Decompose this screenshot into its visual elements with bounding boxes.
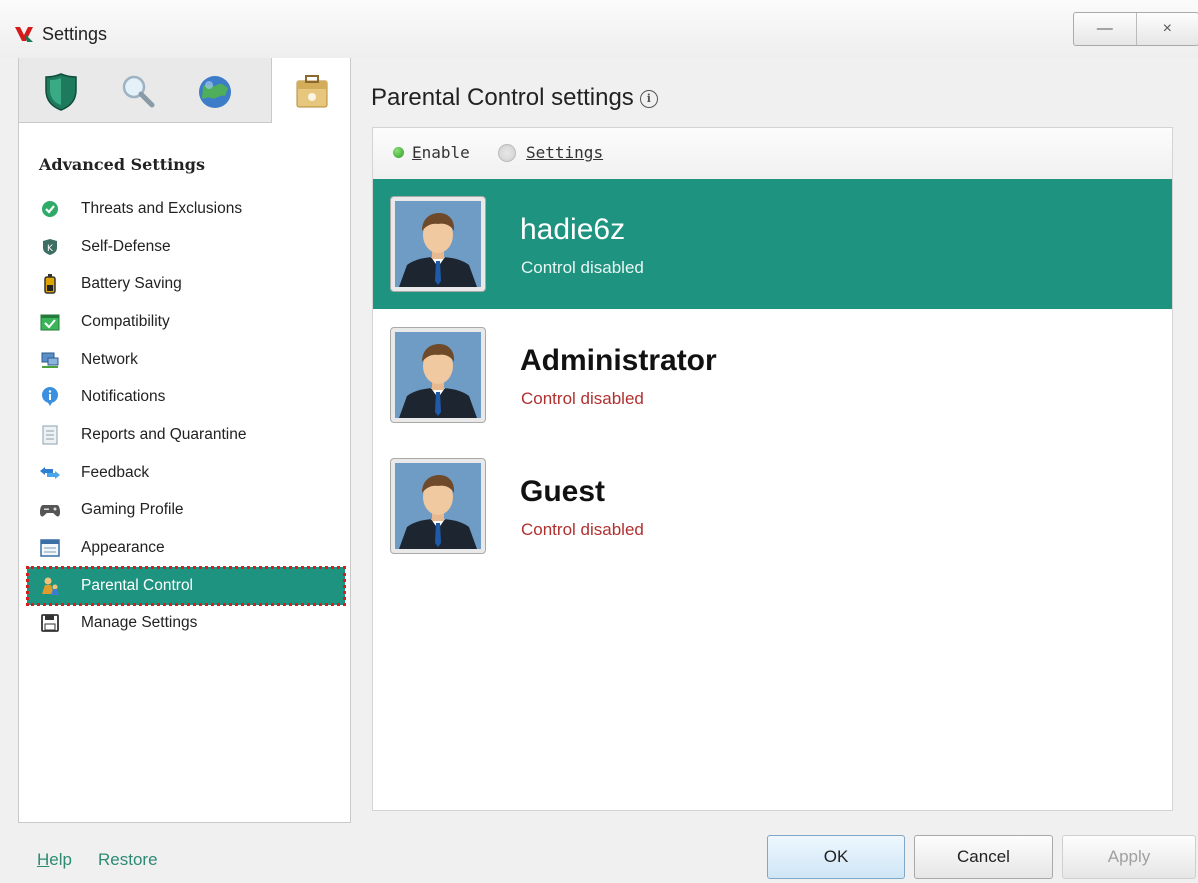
sidebar-tabs [19, 58, 350, 124]
minimize-button[interactable]: — [1074, 13, 1137, 45]
floppy-icon [39, 612, 61, 634]
sidebar-item-label: Threats and Exclusions [81, 199, 243, 217]
shield-icon [45, 73, 77, 111]
settings-nav: Threats and Exclusions K Self-Defense Ba… [26, 190, 346, 643]
sidebar-item-label: Notifications [81, 388, 166, 406]
sidebar-item-gaming-profile[interactable]: Gaming Profile [27, 492, 345, 530]
help-link[interactable]: Help [37, 850, 72, 870]
help-mnemonic: H [37, 850, 50, 869]
close-button[interactable]: × [1137, 13, 1198, 45]
page-title: Parental Control settings i [371, 84, 658, 112]
user-row-administrator[interactable]: Administrator Control disabled [373, 310, 1172, 440]
sidebar-item-battery-saving[interactable]: Battery Saving [27, 265, 345, 303]
magnifier-icon [122, 75, 155, 108]
avatar [390, 327, 486, 423]
user-status: Control disabled [521, 389, 644, 408]
toolbar: Enable Settings [373, 128, 1172, 180]
tab-protection[interactable] [34, 66, 88, 118]
sidebar-item-feedback[interactable]: Feedback [27, 454, 345, 492]
settings-mnemonic: S [526, 143, 536, 162]
sidebar-item-label: Self-Defense [81, 237, 171, 255]
report-icon [39, 424, 61, 446]
sidebar-item-label: Manage Settings [81, 614, 198, 632]
avatar [390, 458, 486, 554]
sidebar-item-reports-and-quarantine[interactable]: Reports and Quarantine [27, 416, 345, 454]
compatibility-check-icon [39, 311, 61, 333]
k-shield-icon: K [39, 236, 61, 258]
cancel-button[interactable]: Cancel [914, 835, 1053, 879]
user-row-hadie6z[interactable]: hadie6z Control disabled [373, 179, 1172, 309]
window-icon [39, 537, 61, 559]
sidebar: Advanced Settings Threats and Exclusions… [18, 58, 351, 823]
sidebar-item-label: Compatibility [81, 312, 170, 330]
settings-button[interactable]: Settings [498, 143, 603, 162]
info-bubble-icon [39, 386, 61, 408]
window-title: Settings [42, 24, 108, 44]
sidebar-item-network[interactable]: Network [27, 341, 345, 379]
sidebar-item-label: Feedback [81, 463, 150, 481]
network-icon [39, 349, 61, 371]
tab-scan[interactable] [111, 66, 165, 118]
sidebar-item-appearance[interactable]: Appearance [27, 529, 345, 567]
enable-button[interactable]: Enable [393, 143, 470, 162]
globe-icon [199, 76, 231, 108]
kaspersky-logo-icon [15, 27, 33, 42]
user-avatar-icon [395, 201, 481, 287]
ok-button[interactable]: OK [767, 835, 905, 879]
sidebar-item-label: Gaming Profile [81, 501, 184, 519]
section-title: Advanced Settings [39, 155, 205, 174]
sidebar-item-label: Reports and Quarantine [81, 425, 247, 443]
sidebar-item-self-defense[interactable]: K Self-Defense [27, 228, 345, 266]
help-label-rest: elp [49, 850, 72, 869]
user-status: Control disabled [521, 520, 644, 539]
user-avatar-icon [395, 463, 481, 549]
user-status: Control disabled [521, 258, 644, 277]
user-name: Administrator [520, 344, 717, 377]
user-row-guest[interactable]: Guest Control disabled [373, 441, 1172, 571]
green-check-icon [39, 198, 61, 220]
avatar [390, 196, 486, 292]
user-name: Guest [520, 475, 606, 508]
settings-label-rest: ettings [535, 143, 604, 162]
tab-update[interactable] [188, 66, 242, 118]
arrows-icon [39, 462, 61, 484]
parental-icon [39, 575, 61, 597]
sidebar-item-threats-and-exclusions[interactable]: Threats and Exclusions [27, 190, 345, 228]
sidebar-item-manage-settings[interactable]: Manage Settings [27, 605, 345, 643]
user-name: hadie6z [520, 213, 626, 246]
sidebar-item-label: Battery Saving [81, 275, 182, 293]
page-title-text: Parental Control settings [371, 84, 634, 111]
green-dot-icon [393, 147, 404, 158]
sidebar-item-label: Parental Control [81, 576, 194, 594]
restore-link[interactable]: Restore [98, 850, 158, 870]
user-avatar-icon [395, 332, 481, 418]
battery-icon [39, 273, 61, 295]
title-bar: Settings — × [0, 0, 1198, 58]
parental-control-panel: Enable Settings hadie6z Control disabled… [372, 127, 1173, 811]
gamepad-icon [39, 499, 61, 521]
sidebar-item-label: Network [81, 350, 138, 368]
enable-label-rest: nable [421, 143, 470, 162]
sidebar-item-label: Appearance [81, 539, 165, 557]
window-controls: — × [1073, 12, 1198, 46]
toolbox-icon [296, 75, 328, 108]
sidebar-item-parental-control[interactable]: Parental Control [26, 565, 346, 606]
enable-mnemonic: E [412, 143, 422, 162]
sidebar-item-compatibility[interactable]: Compatibility [27, 303, 345, 341]
footer: Help Restore OK Cancel Apply [0, 823, 1198, 883]
info-icon[interactable]: i [639, 89, 658, 108]
tab-advanced[interactable] [285, 66, 339, 118]
sidebar-item-notifications[interactable]: Notifications [27, 378, 345, 416]
apply-button[interactable]: Apply [1062, 835, 1196, 879]
settings-gear-icon [498, 143, 516, 162]
